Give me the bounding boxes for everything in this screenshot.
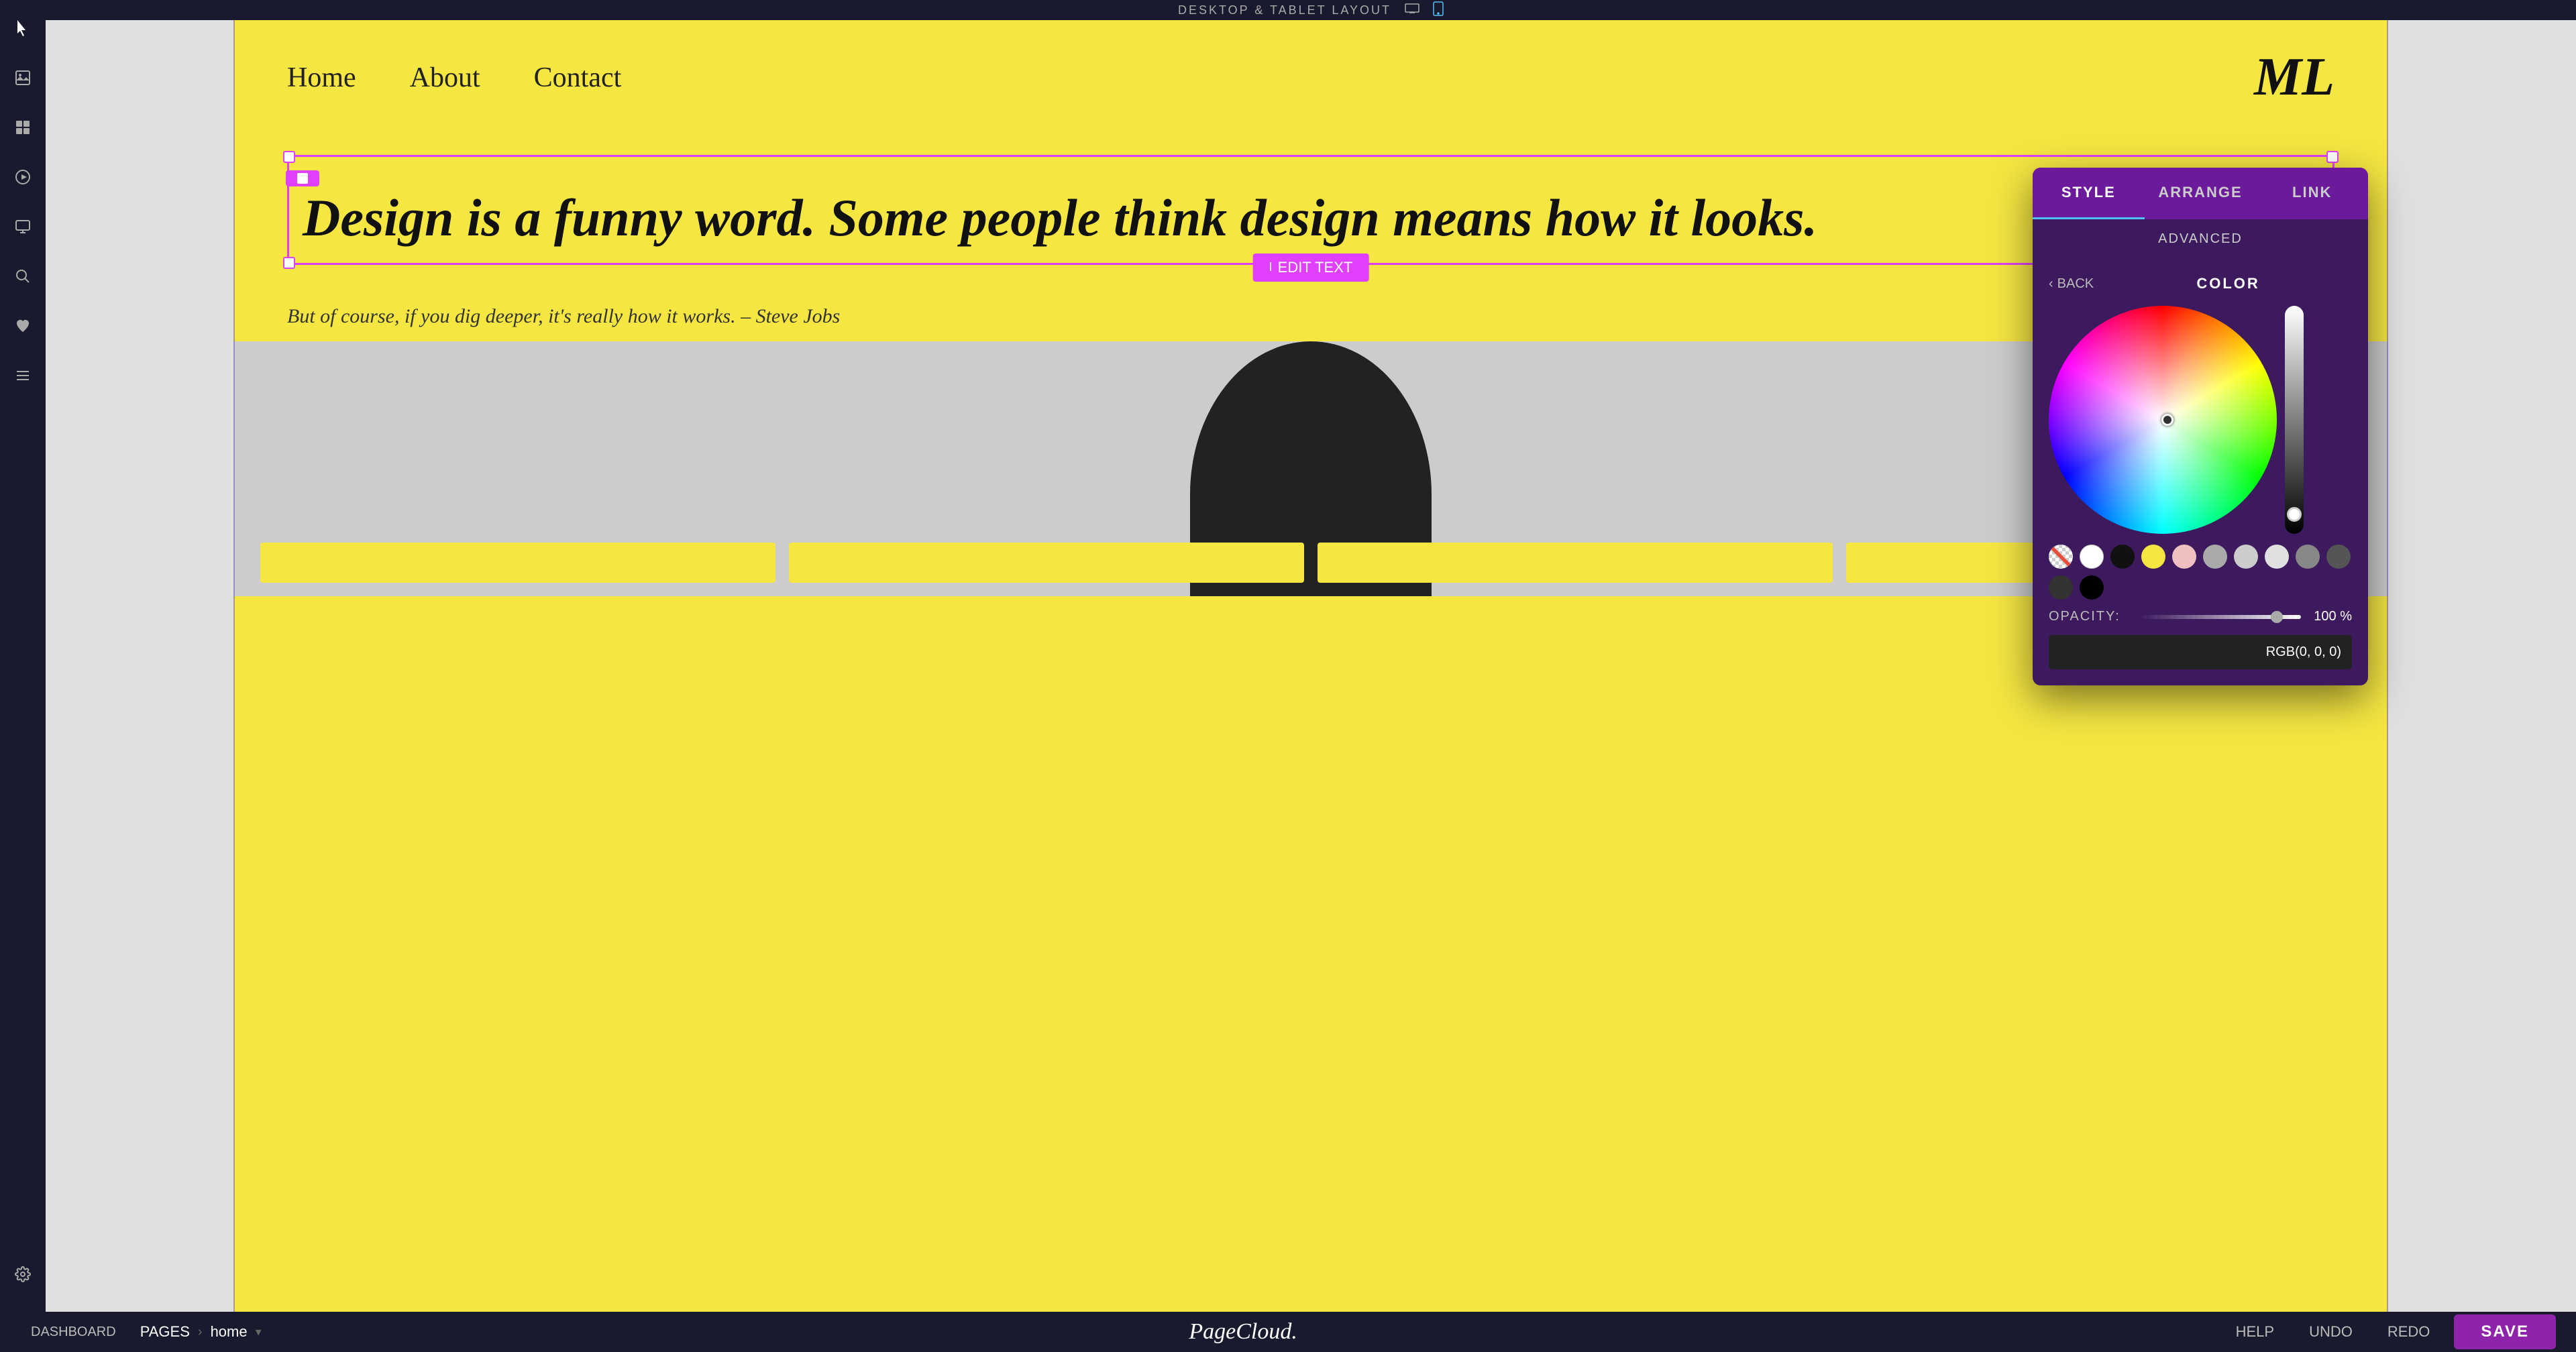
- swatch-yellow[interactable]: [2141, 545, 2165, 569]
- guide-line-left: [233, 20, 235, 1312]
- breadcrumb-separator: ›: [198, 1325, 203, 1340]
- swatch-white[interactable]: [2080, 545, 2104, 569]
- color-wheel-container: [2049, 306, 2352, 534]
- edit-text-icon: I: [1269, 260, 1273, 274]
- handle-top-right[interactable]: [2326, 151, 2339, 163]
- color-section-label: COLOR: [2104, 275, 2352, 292]
- search-icon[interactable]: [8, 262, 38, 291]
- bottom-right: HELP UNDO REDO SAVE: [2225, 1314, 2556, 1349]
- panel-body: ‹ BACK COLOR: [2033, 259, 2368, 685]
- swatch-pink-light[interactable]: [2172, 545, 2196, 569]
- text-block-selected[interactable]: Design is a funny word. Some people thin…: [287, 155, 2334, 265]
- sub-quote-text: But of course, if you dig deeper, it's r…: [287, 305, 2334, 328]
- breadcrumb-home[interactable]: home: [211, 1323, 248, 1341]
- top-bar: DESKTOP & TABLET LAYOUT: [46, 0, 2576, 20]
- back-label: BACK: [2057, 276, 2094, 292]
- swatch-gray[interactable]: [2203, 545, 2227, 569]
- preview-nav: Home About Contact ML: [233, 20, 2388, 135]
- guide-line-right: [2387, 20, 2388, 1312]
- layout-label: DESKTOP & TABLET LAYOUT: [1178, 3, 1391, 17]
- undo-button[interactable]: UNDO: [2298, 1318, 2363, 1346]
- edit-text-label: EDIT TEXT: [1278, 259, 1353, 276]
- tab-style[interactable]: STYLE: [2033, 168, 2145, 219]
- menu-icon[interactable]: [8, 361, 38, 390]
- swatch-pure-black[interactable]: [2080, 575, 2104, 600]
- wheel-cursor: [2161, 414, 2174, 426]
- bottom-center: PageCloud.: [262, 1319, 2225, 1345]
- tablet-layout-icon[interactable]: [1433, 1, 1444, 19]
- main-quote-text[interactable]: Design is a funny word. Some people thin…: [303, 186, 2319, 249]
- yellow-btn-1: [260, 543, 775, 583]
- save-button[interactable]: SAVE: [2454, 1314, 2556, 1349]
- nav-link-home[interactable]: Home: [287, 62, 356, 94]
- image-icon[interactable]: [8, 63, 38, 93]
- screen-icon[interactable]: [8, 212, 38, 241]
- breadcrumb: PAGES › home ▾: [140, 1323, 262, 1341]
- opacity-label: OPACITY:: [2049, 609, 2129, 624]
- settings-icon[interactable]: [8, 1259, 38, 1289]
- swatch-medium-gray[interactable]: [2296, 545, 2320, 569]
- breadcrumb-expand[interactable]: ▾: [256, 1325, 262, 1339]
- opacity-slider[interactable]: [2140, 615, 2301, 619]
- color-panel: STYLE ARRANGE LINK ADVANCED ‹ BACK COLOR: [2033, 168, 2368, 685]
- move-handle[interactable]: [286, 170, 319, 186]
- help-button[interactable]: HELP: [2225, 1318, 2285, 1346]
- swatch-dark-gray[interactable]: [2326, 545, 2351, 569]
- opacity-row: OPACITY: 100 %: [2049, 609, 2352, 624]
- heart-icon[interactable]: [8, 311, 38, 341]
- bottom-left: DASHBOARD PAGES › home ▾: [20, 1319, 262, 1345]
- nav-link-contact[interactable]: Contact: [534, 62, 622, 94]
- swatch-darker-gray[interactable]: [2049, 575, 2073, 600]
- tab-link[interactable]: LINK: [2256, 168, 2368, 219]
- swatch-black[interactable]: [2110, 545, 2135, 569]
- nav-brand: ML: [2254, 47, 2334, 108]
- handle-top-left[interactable]: [283, 151, 295, 163]
- yellow-btn-2: [789, 543, 1304, 583]
- tab-arrange[interactable]: ARRANGE: [2145, 168, 2257, 219]
- redo-button[interactable]: REDO: [2377, 1318, 2441, 1346]
- video-icon[interactable]: [8, 162, 38, 192]
- back-button[interactable]: ‹ BACK: [2049, 276, 2094, 292]
- yellow-btn-3: [1318, 543, 1833, 583]
- opacity-handle: [2271, 611, 2283, 623]
- swatch-light-gray[interactable]: [2234, 545, 2258, 569]
- opacity-value: 100 %: [2312, 609, 2352, 624]
- nav-links: Home About Contact: [287, 62, 621, 94]
- canvas-right-bg: [2388, 20, 2576, 1312]
- text-block-container[interactable]: Design is a funny word. Some people thin…: [287, 155, 2334, 265]
- tab-advanced[interactable]: ADVANCED: [2033, 219, 2368, 259]
- swatch-transparent[interactable]: [2049, 545, 2073, 569]
- nav-link-about[interactable]: About: [410, 62, 480, 94]
- left-sidebar: [0, 0, 46, 1352]
- rgb-input[interactable]: [2049, 635, 2352, 669]
- edit-text-button[interactable]: I EDIT TEXT: [1253, 253, 1369, 282]
- move-handle-inner: [297, 173, 308, 184]
- bottom-bar: DASHBOARD PAGES › home ▾ PageCloud. HELP…: [0, 1312, 2576, 1352]
- desktop-layout-icon[interactable]: [1405, 3, 1419, 17]
- cursor-icon[interactable]: [8, 13, 38, 43]
- widget-icon[interactable]: [8, 113, 38, 142]
- panel-back-row: ‹ BACK COLOR: [2049, 275, 2352, 292]
- brightness-handle: [2287, 507, 2302, 522]
- dashboard-button[interactable]: DASHBOARD: [20, 1319, 127, 1345]
- swatch-lighter-gray[interactable]: [2265, 545, 2289, 569]
- brand-logo: PageCloud.: [1189, 1319, 1297, 1345]
- handle-bottom-left[interactable]: [283, 257, 295, 269]
- canvas-left-bg: [46, 20, 233, 1312]
- breadcrumb-pages[interactable]: PAGES: [140, 1323, 190, 1341]
- brightness-slider[interactable]: [2285, 306, 2304, 534]
- canvas-area: Home About Contact ML Design is a funny …: [46, 20, 2576, 1312]
- color-wheel[interactable]: [2049, 306, 2277, 534]
- panel-tabs: STYLE ARRANGE LINK: [2033, 168, 2368, 219]
- back-chevron-icon: ‹: [2049, 276, 2053, 292]
- color-swatches: [2049, 545, 2352, 600]
